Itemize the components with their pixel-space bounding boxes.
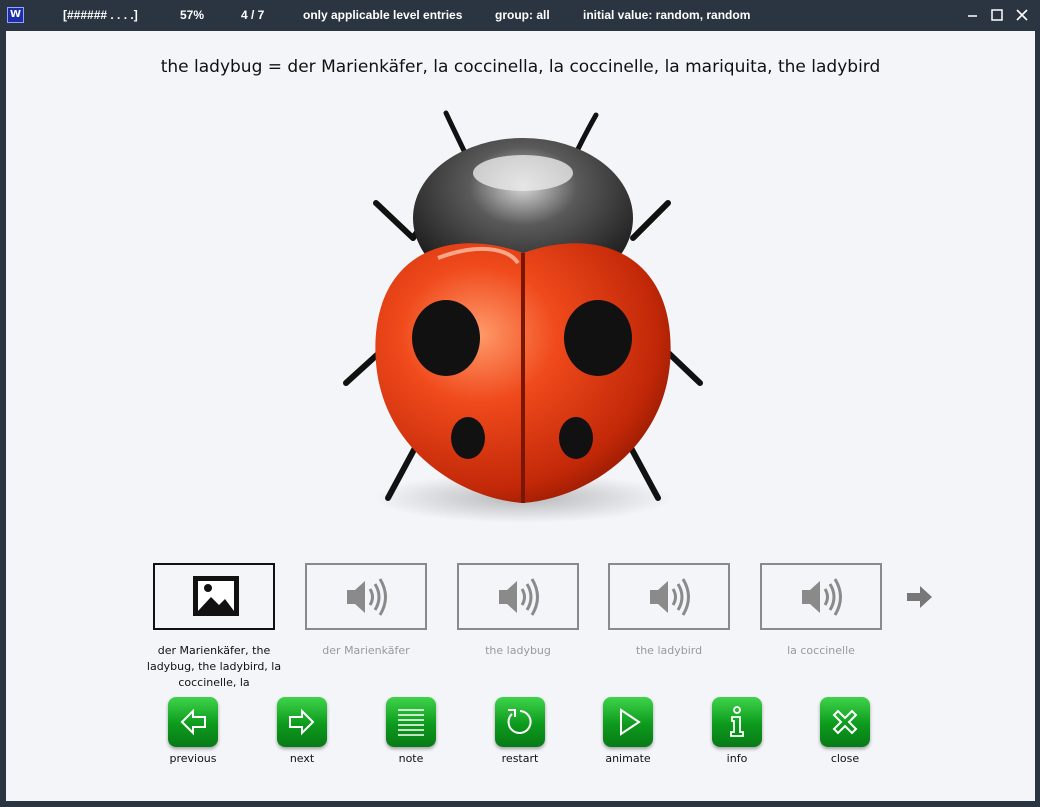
next-button[interactable]	[277, 697, 327, 747]
card-audio-1-label: der Marienkäfer	[322, 644, 410, 657]
info-label: info	[726, 752, 748, 765]
entry-counter: 4 / 7	[241, 8, 265, 22]
card-audio-3[interactable]	[608, 563, 730, 630]
info-icon	[730, 706, 744, 737]
scroll-cards-button[interactable]	[904, 584, 936, 610]
flashcard-area: the ladybug = der Marienkäfer, la coccin…	[6, 31, 1035, 801]
progress-percent: 57%	[180, 8, 205, 22]
close-button[interactable]	[820, 697, 870, 747]
info-button[interactable]	[712, 697, 762, 747]
next-label: next	[289, 752, 315, 765]
previous-label: previous	[169, 752, 217, 765]
animate-button[interactable]	[603, 697, 653, 747]
image-icon	[193, 576, 239, 616]
close-window-icon	[1016, 9, 1028, 21]
play-icon	[620, 708, 641, 736]
speaker-icon	[347, 578, 387, 616]
level-filter[interactable]: only applicable level entries	[303, 8, 462, 22]
close-window-button[interactable]	[1013, 6, 1031, 24]
speaker-icon	[650, 578, 690, 616]
ladybug-illustration	[343, 110, 703, 523]
card-image-label: der Marienkäfer, the ladybug, the ladybi…	[146, 644, 282, 689]
title-bar: W [###### . . . .] 57% 4 / 7 only applic…	[0, 0, 1040, 30]
restart-label: restart	[501, 752, 539, 765]
card-audio-2[interactable]	[457, 563, 579, 630]
card-audio-1[interactable]	[305, 563, 427, 630]
app-logo-icon: W	[7, 7, 24, 23]
restart-button[interactable]	[495, 697, 545, 747]
group-filter[interactable]: group: all	[495, 8, 550, 22]
initial-value-setting[interactable]: initial value: random, random	[583, 8, 750, 22]
card-audio-2-label: the ladybug	[485, 644, 551, 657]
minimize-button[interactable]	[963, 6, 981, 24]
card-heading: the ladybug = der Marienkäfer, la coccin…	[160, 57, 881, 77]
progress-indicator: [###### . . . .]	[63, 8, 138, 22]
arrow-right-icon	[907, 586, 932, 608]
previous-button[interactable]	[168, 697, 218, 747]
restart-icon	[507, 709, 532, 734]
minimize-icon	[968, 15, 977, 17]
maximize-button[interactable]	[988, 6, 1006, 24]
card-audio-3-label: the ladybird	[635, 644, 703, 657]
animate-label: animate	[605, 752, 651, 765]
arrow-left-icon	[180, 708, 206, 736]
speaker-icon	[802, 578, 842, 616]
maximize-icon	[991, 9, 1003, 21]
card-audio-4-label: la coccinelle	[787, 644, 855, 657]
lines-icon	[398, 709, 424, 736]
card-audio-4[interactable]	[760, 563, 882, 630]
arrow-right-icon	[289, 708, 315, 736]
note-button[interactable]	[386, 697, 436, 747]
close-label: close	[830, 752, 860, 765]
close-x-icon	[832, 709, 858, 735]
card-image[interactable]	[153, 563, 275, 630]
note-label: note	[398, 752, 424, 765]
speaker-icon	[499, 578, 539, 616]
